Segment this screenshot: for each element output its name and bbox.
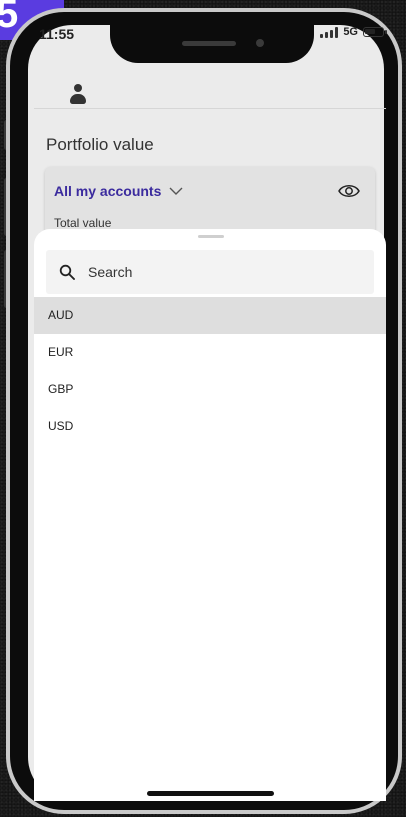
search-input[interactable] xyxy=(88,263,358,281)
currency-bottom-sheet: AUD EUR GBP USD xyxy=(34,229,386,801)
status-time: 11:55 xyxy=(39,26,75,42)
front-camera xyxy=(256,39,264,47)
total-value-label: Total value xyxy=(54,216,112,230)
currency-option-usd[interactable]: USD xyxy=(34,408,386,445)
signal-icon xyxy=(320,26,339,38)
status-icons: 5G xyxy=(320,26,387,38)
network-label: 5G xyxy=(343,26,358,38)
battery-icon xyxy=(363,27,387,37)
phone-notch xyxy=(110,25,314,63)
currency-option-eur[interactable]: EUR xyxy=(34,334,386,371)
app-header xyxy=(34,60,386,109)
eye-icon[interactable] xyxy=(338,183,360,199)
user-icon[interactable] xyxy=(70,84,86,106)
currency-option-aud[interactable]: AUD xyxy=(34,297,386,334)
account-selector-label: All my accounts xyxy=(54,183,162,199)
portfolio-title: Portfolio value xyxy=(46,135,154,154)
search-box[interactable] xyxy=(46,250,374,294)
account-selector[interactable]: All my accounts xyxy=(54,183,183,199)
home-indicator[interactable] xyxy=(147,791,274,796)
sheet-drag-handle[interactable] xyxy=(198,235,224,238)
currency-option-gbp[interactable]: GBP xyxy=(34,371,386,408)
search-icon xyxy=(59,264,75,280)
currency-list: AUD EUR GBP USD xyxy=(34,297,386,445)
chevron-down-icon xyxy=(169,187,183,195)
speaker-grille xyxy=(182,41,236,46)
